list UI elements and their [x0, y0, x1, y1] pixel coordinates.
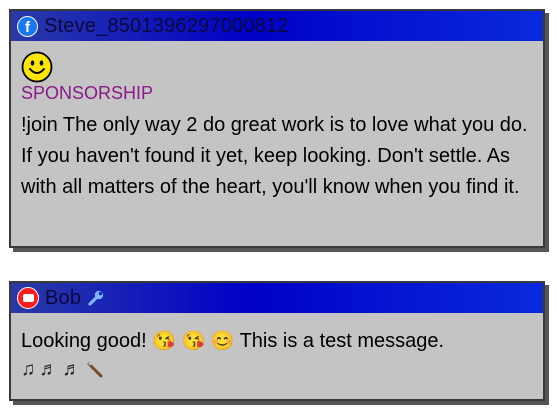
face-blowing-kiss-emoji: 😘	[152, 331, 176, 352]
username: Bob	[45, 286, 82, 309]
chat-message-card: f Steve_8501396297000812 SPONSORSHIP !jo…	[9, 9, 545, 248]
chat-message-card: Bob Looking good! 😘 😘 😊 This is a test m…	[9, 281, 545, 401]
message-text: Looking good! 😘 😘 😊 This is a test messa…	[21, 326, 533, 357]
message-header: f Steve_8501396297000812	[11, 11, 543, 41]
emote-row: ♫ ♬ ♬	[21, 357, 533, 383]
face-blowing-kiss-emoji: 😘	[181, 331, 206, 352]
wrench-icon	[88, 290, 104, 306]
message-text-start: Looking good!	[21, 330, 147, 352]
youtube-icon	[17, 287, 39, 309]
sponsorship-badge: SPONSORSHIP	[21, 83, 154, 103]
smiling-face-emoji: 😊	[210, 331, 235, 352]
message-text-end: This is a test message.	[239, 330, 445, 352]
musical-note-emoji: ♬	[62, 359, 82, 380]
message-text: !join The only way 2 do great work is to…	[21, 114, 528, 198]
facebook-icon: f	[17, 15, 38, 37]
pick-emoji	[87, 362, 103, 378]
message-body: Looking good! 😘 😘 😊 This is a test messa…	[11, 313, 543, 383]
message-header: Bob	[11, 283, 543, 313]
smiley-face-icon	[21, 51, 53, 83]
message-body: SPONSORSHIP !join The only way 2 do grea…	[11, 41, 543, 203]
username: Steve_8501396297000812	[44, 14, 289, 37]
musical-notes-emoji: ♫	[21, 359, 36, 380]
musical-note-emoji: ♬	[39, 359, 59, 380]
